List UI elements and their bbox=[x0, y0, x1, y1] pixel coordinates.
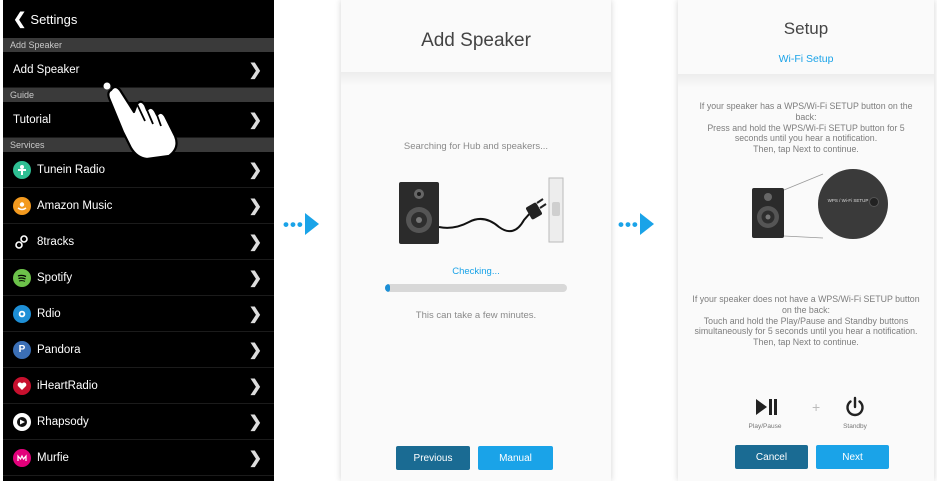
service-item-rhapsody[interactable]: Rhapsody ❯ bbox=[3, 404, 274, 440]
play-pause-icon bbox=[756, 399, 777, 415]
wps-text-2: Press and hold the WPS/Wi-Fi SETUP butto… bbox=[707, 122, 905, 144]
section-header-add-speaker: Add Speaker bbox=[3, 38, 274, 52]
speaker-wps-illustration bbox=[752, 169, 888, 239]
wps-instructions: If your speaker has a WPS/Wi-Fi SETUP bu… bbox=[692, 101, 920, 155]
checking-text: Checking... bbox=[452, 266, 500, 277]
cancel-button[interactable]: Cancel bbox=[735, 445, 808, 469]
page-title: Setup bbox=[783, 19, 829, 38]
dots-decoration: ••• bbox=[618, 214, 639, 234]
settings-item-label: Add Speaker bbox=[13, 63, 80, 76]
back-button[interactable]: ❮ Settings bbox=[3, 0, 274, 38]
plus-sign: + bbox=[812, 399, 821, 415]
arrow-right-icon bbox=[639, 213, 654, 235]
no-wps-instructions: If your speaker does not have a WPS/Wi-F… bbox=[692, 294, 920, 348]
settings-item-label: Tutorial bbox=[13, 113, 51, 126]
murfie-icon bbox=[13, 448, 31, 467]
chevron-right-icon: ❯ bbox=[248, 62, 262, 79]
chevron-right-icon: ❯ bbox=[248, 234, 262, 251]
settings-panel: ❮ Settings Add Speaker Add Speaker ❯ Gui… bbox=[3, 0, 274, 481]
rhapsody-icon bbox=[13, 412, 31, 431]
searching-text: Searching for Hub and speakers... bbox=[403, 141, 549, 152]
progress-fill bbox=[385, 284, 391, 292]
wps-badge-label: WPS / Wi-Fi SETUP bbox=[827, 198, 869, 203]
progress-bar bbox=[385, 284, 567, 292]
8tracks-icon bbox=[13, 232, 31, 251]
service-label: 8tracks bbox=[37, 235, 75, 248]
play-pause-label: Play/Pause bbox=[748, 423, 782, 430]
service-label: Murfie bbox=[37, 451, 69, 464]
tunein-icon bbox=[13, 160, 31, 179]
service-item-murfie[interactable]: Murfie ❯ bbox=[3, 440, 274, 476]
tap-hand-icon bbox=[103, 82, 178, 160]
duration-note: This can take a few minutes. bbox=[415, 310, 537, 321]
service-item-spotify[interactable]: Spotify ❯ bbox=[3, 260, 274, 296]
previous-button[interactable]: Previous bbox=[396, 446, 470, 470]
service-label: Spotify bbox=[37, 271, 73, 284]
no-wps-text-3: Then, tap Next to continue. bbox=[753, 337, 859, 348]
flow-arrow-2: ••• bbox=[618, 213, 654, 235]
page-subtitle: Wi-Fi Setup bbox=[778, 53, 834, 65]
service-item-amazon-music[interactable]: Amazon Music ❯ bbox=[3, 188, 274, 224]
no-wps-text-1: If your speaker does not have a WPS/Wi-F… bbox=[692, 294, 920, 315]
next-button[interactable]: Next bbox=[816, 445, 889, 469]
back-label: Settings bbox=[30, 11, 78, 27]
divider bbox=[678, 74, 934, 88]
service-label: Amazon Music bbox=[37, 199, 113, 212]
service-label: Rdio bbox=[37, 307, 61, 320]
spotify-icon bbox=[13, 268, 31, 287]
chevron-right-icon: ❯ bbox=[248, 378, 262, 395]
chevron-right-icon: ❯ bbox=[248, 342, 262, 359]
rdio-icon bbox=[13, 304, 31, 323]
service-label: Tunein Radio bbox=[37, 163, 105, 176]
service-label: iHeartRadio bbox=[37, 379, 98, 392]
flow-arrow-1: ••• bbox=[283, 213, 319, 235]
amazon-music-icon bbox=[13, 196, 31, 215]
chevron-left-icon: ❮ bbox=[13, 11, 27, 28]
service-label: Rhapsody bbox=[37, 415, 89, 428]
iheartradio-icon bbox=[13, 376, 31, 395]
chevron-right-icon: ❯ bbox=[248, 306, 262, 323]
manual-button[interactable]: Manual bbox=[478, 446, 553, 470]
chevron-right-icon: ❯ bbox=[248, 270, 262, 287]
page-title: Add Speaker bbox=[421, 30, 531, 51]
service-item-pandora[interactable]: P Pandora ❯ bbox=[3, 332, 274, 368]
chevron-right-icon: ❯ bbox=[248, 112, 262, 129]
dots-decoration: ••• bbox=[283, 214, 304, 234]
pandora-icon: P bbox=[13, 340, 31, 359]
chevron-right-icon: ❯ bbox=[248, 450, 262, 467]
standby-label: Standby bbox=[843, 423, 867, 430]
no-wps-text-2: Touch and hold the Play/Pause and Standb… bbox=[694, 315, 918, 337]
power-icon bbox=[846, 396, 864, 417]
wps-text-1: If your speaker has a WPS/Wi-Fi SETUP bu… bbox=[699, 101, 913, 122]
service-item-rdio[interactable]: Rdio ❯ bbox=[3, 296, 274, 332]
divider bbox=[341, 72, 611, 86]
service-label: Pandora bbox=[37, 343, 81, 356]
chevron-right-icon: ❯ bbox=[248, 198, 262, 215]
speaker-plug-illustration bbox=[399, 177, 564, 244]
wps-text-3: Then, tap Next to continue. bbox=[753, 144, 859, 155]
chevron-right-icon: ❯ bbox=[248, 162, 262, 179]
add-speaker-panel: Add Speaker Searching for Hub and speake… bbox=[341, 0, 611, 481]
setup-panel: Setup Wi-Fi Setup If your speaker has a … bbox=[678, 0, 934, 481]
service-item-8tracks[interactable]: 8tracks ❯ bbox=[3, 224, 274, 260]
service-item-iheartradio[interactable]: iHeartRadio ❯ bbox=[3, 368, 274, 404]
chevron-right-icon: ❯ bbox=[248, 414, 262, 431]
arrow-right-icon bbox=[304, 213, 319, 235]
